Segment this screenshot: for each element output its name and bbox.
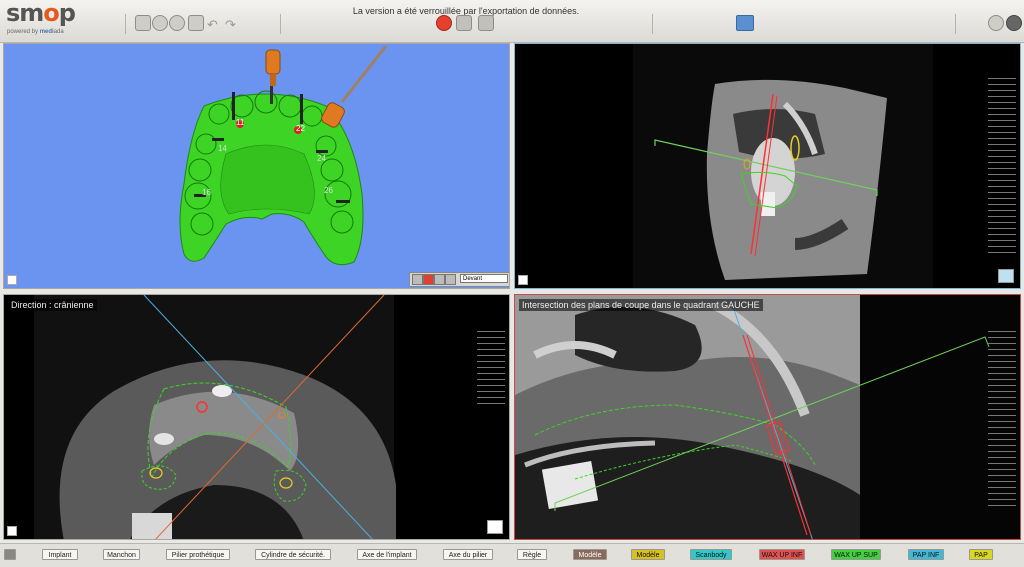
toolbar-separator — [955, 14, 956, 34]
ct-cross-section-view[interactable]: Intersection des plans de coupe dans le … — [514, 294, 1021, 540]
collapse-icon[interactable] — [4, 549, 16, 560]
display-options-bar: Implant Manchon Pilier prothétique Cylin… — [0, 543, 1024, 567]
ruler-scale — [988, 331, 1016, 511]
corner-icon[interactable] — [7, 526, 17, 536]
top-toolbar: smop powered by mediada ↶ ↷ La version a… — [0, 0, 1024, 43]
toggle-wax-up-inf-button[interactable]: WAX UP INF — [759, 549, 805, 560]
camera-icon[interactable] — [188, 15, 204, 31]
undo-icon[interactable]: ↶ — [207, 17, 218, 33]
view-controls: Devant — [409, 272, 509, 287]
implant-label-16: 16 — [202, 188, 211, 197]
help-icon[interactable] — [152, 15, 168, 31]
tools-icon[interactable] — [478, 15, 494, 31]
redo-icon[interactable]: ↷ — [225, 17, 236, 33]
view-arrow-icon[interactable] — [412, 274, 423, 285]
toggle-pap-inf-button[interactable]: PAP INF — [908, 549, 944, 560]
logo-wordmark: smop — [6, 0, 76, 27]
panel-maximize-icon[interactable] — [998, 269, 1014, 283]
corner-icon[interactable] — [518, 275, 528, 285]
bottom-left-panel-title: Direction : crânienne — [8, 299, 97, 311]
close-icon[interactable] — [988, 15, 1004, 31]
grid-icon[interactable] — [445, 274, 456, 285]
ct-cross-section-render — [515, 295, 1020, 539]
ct-axial-render — [34, 295, 396, 539]
3d-arch-render — [179, 45, 388, 266]
toggle-implant-button[interactable]: Implant — [42, 549, 78, 560]
implant-label-14: 14 — [218, 144, 227, 153]
toggle-ruler-button[interactable]: Règle — [517, 549, 547, 560]
implant-label-22: 22 — [296, 124, 305, 133]
lock-icon[interactable] — [436, 15, 452, 31]
export-icon[interactable] — [456, 15, 472, 31]
toolbar-separator — [280, 14, 281, 34]
toggle-safety-cylinder-button[interactable]: Cylindre de sécurité. — [255, 549, 331, 560]
bottom-right-panel-title: Intersection des plans de coupe dans le … — [519, 299, 763, 311]
chat-icon[interactable] — [1006, 15, 1022, 31]
toggle-pap-button[interactable]: PAP — [969, 549, 993, 560]
toggle-model-brown-button[interactable]: Modèle — [573, 549, 607, 560]
toolbar-separator — [125, 14, 126, 34]
panel-maximize-icon[interactable] — [487, 520, 503, 534]
implant-label-11: 11 — [236, 118, 245, 127]
ruler-scale — [477, 331, 505, 409]
smop-logo: smop powered by mediada — [6, 0, 91, 38]
logo-powered-by: powered by mediada — [7, 29, 64, 35]
ct-axial-view[interactable]: Direction : crânienne — [3, 294, 510, 540]
ruler-scale — [988, 78, 1016, 258]
move-icon[interactable] — [434, 274, 445, 285]
ct-sagittal-render — [633, 44, 933, 288]
toolbar-separator — [652, 14, 653, 34]
corner-icon[interactable] — [7, 275, 17, 285]
toggle-wax-up-sup-button[interactable]: WAX UP SUP — [831, 549, 881, 560]
binoculars-icon[interactable] — [169, 15, 185, 31]
toggle-implant-axis-button[interactable]: Axe de l'implant — [357, 549, 417, 560]
stop-icon[interactable] — [423, 274, 434, 285]
toggle-model-yellow-button[interactable]: Modèle — [631, 549, 665, 560]
toggle-abutment-button[interactable]: Pilier prothétique — [166, 549, 230, 560]
implant-label-26: 26 — [324, 186, 333, 195]
implant-label-24: 24 — [317, 154, 326, 163]
layout-icon[interactable] — [736, 15, 754, 31]
view-direction-select[interactable]: Devant — [460, 274, 508, 283]
save-icon[interactable] — [135, 15, 151, 31]
3d-model-view[interactable]: 11 22 14 24 16 26 Devant — [3, 43, 510, 289]
toggle-sleeve-button[interactable]: Manchon — [103, 549, 140, 560]
toggle-abutment-axis-button[interactable]: Axe du pilier — [443, 549, 493, 560]
toggle-scanbody-button[interactable]: Scanbody — [690, 549, 732, 560]
ct-sagittal-view[interactable] — [514, 43, 1021, 289]
